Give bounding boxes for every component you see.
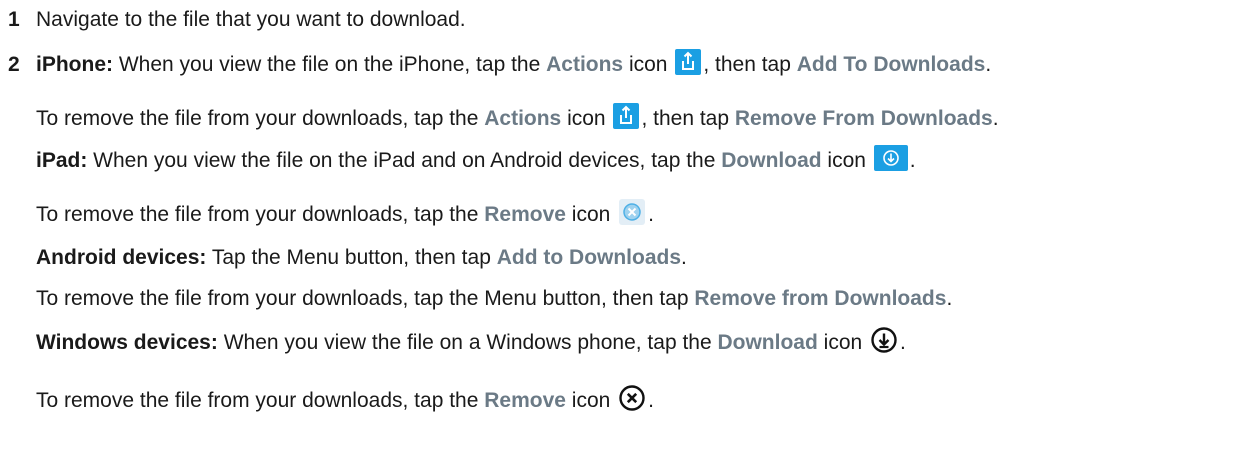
ui-term: Actions	[484, 107, 562, 130]
text: .	[648, 203, 654, 226]
ui-term: Remove from Downloads	[694, 287, 947, 310]
text: .	[992, 107, 999, 130]
step-text: Windows devices: When you view the file …	[36, 326, 906, 357]
step-text: iPhone: When you view the file on the iP…	[36, 49, 992, 79]
text: .	[946, 287, 953, 310]
ui-term: Add to Downloads	[496, 246, 682, 269]
ui-term: Remove	[484, 203, 566, 226]
ui-term: Remove	[484, 389, 566, 412]
text: To remove the file from your downloads, …	[36, 203, 485, 226]
download-circle-icon	[870, 326, 898, 354]
text: , then tap	[641, 107, 735, 130]
close-circle-icon	[618, 384, 646, 412]
platform-label: iPad:	[36, 149, 88, 172]
text: .	[909, 149, 916, 172]
text: icon	[623, 53, 674, 76]
ui-term: Download	[717, 331, 818, 354]
text: icon	[817, 331, 869, 354]
step-number: 2	[8, 53, 20, 76]
step-text: Navigate to the file that you want to do…	[36, 8, 466, 31]
ui-term: Download	[721, 149, 822, 172]
ui-term: Remove From Downloads	[734, 107, 993, 130]
share-icon	[675, 49, 702, 76]
platform-label: iPhone:	[36, 53, 113, 76]
step-text: Android devices: Tap the Menu button, th…	[36, 244, 687, 272]
text: .	[648, 389, 654, 412]
platform-label: Android devices:	[36, 246, 207, 269]
text: Tap the Menu button, then tap	[206, 246, 497, 269]
text: icon	[565, 203, 617, 226]
text: .	[681, 246, 687, 269]
remove-icon	[618, 198, 646, 226]
text: .	[900, 331, 906, 354]
step-text: To remove the file from your downloads, …	[36, 384, 654, 415]
text: When you view the file on a Windows phon…	[217, 331, 718, 354]
text: .	[985, 53, 992, 76]
text: icon	[565, 389, 617, 412]
download-icon	[873, 145, 908, 172]
text: icon	[561, 107, 612, 130]
platform-label: Windows devices:	[36, 331, 218, 354]
share-icon	[613, 103, 640, 130]
text: To remove the file from your downloads, …	[36, 107, 485, 130]
ui-term: Add To Downloads	[796, 53, 986, 76]
ui-term: Actions	[546, 53, 624, 76]
text: When you view the file on the iPad and o…	[87, 149, 722, 172]
step-text: iPad: When you view the file on the iPad…	[36, 145, 916, 175]
text: icon	[821, 149, 872, 172]
step-text: To remove the file from your downloads, …	[36, 198, 654, 229]
text: To remove the file from your downloads, …	[36, 389, 485, 412]
text: To remove the file from your downloads, …	[36, 287, 695, 310]
step-number: 1	[8, 8, 20, 31]
text: When you view the file on the iPhone, ta…	[113, 53, 547, 76]
step-text: To remove the file from your downloads, …	[36, 103, 999, 133]
step-text: To remove the file from your downloads, …	[36, 285, 952, 313]
text: , then tap	[703, 53, 797, 76]
